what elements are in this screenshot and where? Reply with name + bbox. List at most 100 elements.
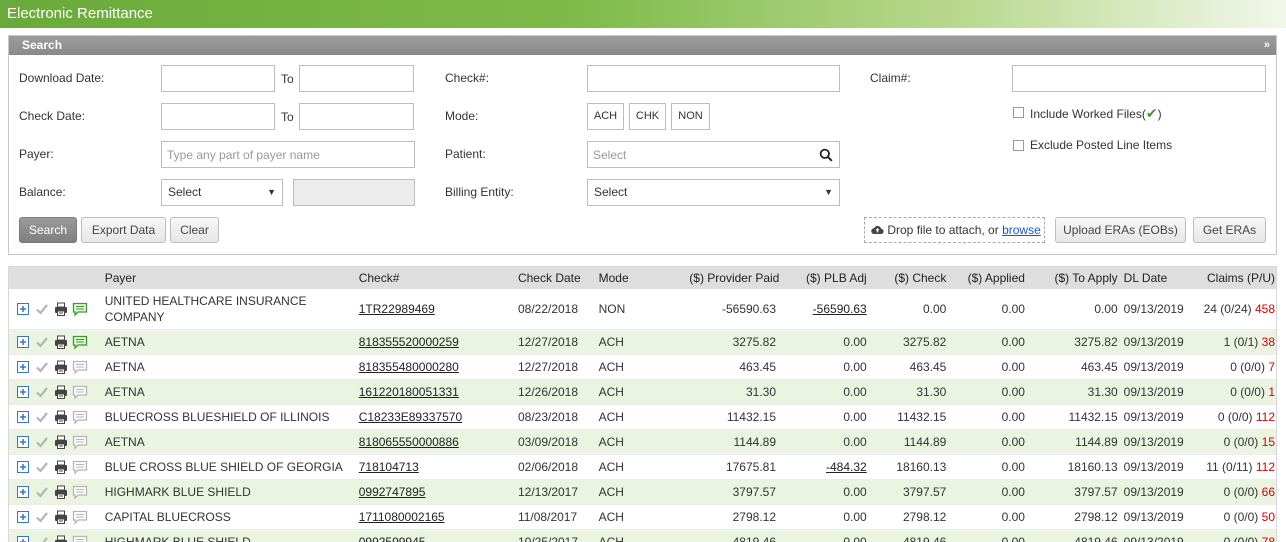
unposted-count[interactable]: 50: [1262, 510, 1275, 524]
printer-icon[interactable]: [53, 384, 69, 400]
mode-chk-button[interactable]: CHK: [629, 103, 666, 130]
get-eras-button[interactable]: Get ERAs: [1193, 217, 1266, 243]
check-number-link[interactable]: 818355480000280: [359, 360, 459, 374]
mark-worked-check-icon[interactable]: [34, 459, 50, 475]
message-icon[interactable]: [72, 459, 88, 475]
dl-date-header[interactable]: DL Date: [1121, 267, 1192, 289]
printer-icon[interactable]: [53, 409, 69, 425]
plb-adj-header[interactable]: ($) PLB Adj: [779, 267, 870, 289]
billing-entity-select[interactable]: Select ▼: [587, 179, 840, 206]
unposted-count[interactable]: 38: [1262, 335, 1275, 349]
mode-non-button[interactable]: NON: [671, 103, 710, 130]
check-number-link[interactable]: 161220180051331: [359, 385, 459, 399]
plb-adj-link[interactable]: -484.32: [826, 460, 867, 474]
check-date-from-input[interactable]: [161, 103, 275, 130]
check-number-input[interactable]: [587, 65, 840, 92]
printer-icon[interactable]: [53, 484, 69, 500]
claim-number-input[interactable]: [1012, 65, 1266, 92]
unposted-count[interactable]: 112: [1256, 460, 1275, 474]
mark-worked-check-icon[interactable]: [34, 359, 50, 375]
table-row[interactable]: AETNA 818065550000886 03/09/2018 ACH 1144.89…: [9, 429, 1276, 455]
message-icon[interactable]: [72, 509, 88, 525]
table-row[interactable]: BLUECROSS BLUESHIELD OF ILLINOIS C18233E8…: [9, 404, 1276, 430]
expand-plus-icon[interactable]: [15, 459, 31, 475]
expand-plus-icon[interactable]: [15, 509, 31, 525]
mark-worked-check-icon[interactable]: [34, 334, 50, 350]
download-date-from-input[interactable]: [161, 65, 275, 92]
check-number-link[interactable]: 0992747895: [359, 485, 426, 499]
check-number-link[interactable]: 818355520000259: [359, 335, 459, 349]
expand-plus-icon[interactable]: [15, 359, 31, 375]
mark-worked-check-icon[interactable]: [34, 534, 50, 542]
mark-worked-check-icon[interactable]: [34, 484, 50, 500]
printer-icon[interactable]: [53, 509, 69, 525]
search-button[interactable]: Search: [19, 217, 77, 243]
table-row[interactable]: HIGHMARK BLUE SHIELD 0992599945 10/25/2017…: [9, 529, 1276, 542]
message-icon[interactable]: [72, 334, 88, 350]
mark-worked-check-icon[interactable]: [34, 409, 50, 425]
expand-plus-icon[interactable]: [15, 301, 31, 317]
printer-icon[interactable]: [53, 359, 69, 375]
mode-ach-button[interactable]: ACH: [587, 103, 624, 130]
mode-header[interactable]: Mode: [596, 267, 687, 289]
expand-plus-icon[interactable]: [15, 434, 31, 450]
browse-link[interactable]: browse: [1002, 223, 1041, 237]
check-number-link[interactable]: 1711080002165: [359, 510, 445, 524]
expand-plus-icon[interactable]: [15, 484, 31, 500]
message-icon[interactable]: [72, 301, 88, 317]
table-row[interactable]: UNITED HEALTHCARE INSURANCE COMPANY 1TR22…: [9, 289, 1276, 330]
file-dropzone[interactable]: Drop file to attach, or browse: [864, 217, 1045, 243]
message-icon[interactable]: [72, 434, 88, 450]
table-row[interactable]: AETNA 818355480000280 12/27/2018 ACH 463.45 0…: [9, 354, 1276, 380]
message-icon[interactable]: [72, 484, 88, 500]
exclude-posted-checkbox[interactable]: [1013, 140, 1024, 151]
table-row[interactable]: BLUE CROSS BLUE SHIELD OF GEORGIA 7181047…: [9, 454, 1276, 480]
payer-input[interactable]: [161, 141, 415, 168]
unposted-count[interactable]: 78: [1262, 535, 1275, 542]
search-header[interactable]: Search »: [9, 36, 1276, 55]
download-date-to-input[interactable]: [299, 65, 414, 92]
message-icon[interactable]: [72, 534, 88, 542]
check-amount-header[interactable]: ($) Check: [870, 267, 950, 289]
applied-header[interactable]: ($) Applied: [949, 267, 1028, 289]
upload-eras-button[interactable]: Upload ERAs (EOBs): [1055, 217, 1186, 243]
unposted-count[interactable]: 112: [1256, 410, 1275, 424]
table-row[interactable]: HIGHMARK BLUE SHIELD 0992747895 12/13/2017…: [9, 479, 1276, 505]
expand-plus-icon[interactable]: [15, 409, 31, 425]
plb-adj-link[interactable]: -56590.63: [813, 302, 867, 316]
search-icon[interactable]: [819, 148, 833, 162]
table-row[interactable]: CAPITAL BLUECROSS 1711080002165 11/08/2017…: [9, 504, 1276, 530]
expand-plus-icon[interactable]: [15, 384, 31, 400]
check-number-link[interactable]: 818065550000886: [359, 435, 459, 449]
printer-icon[interactable]: [53, 534, 69, 542]
printer-icon[interactable]: [53, 334, 69, 350]
check-date-header[interactable]: Check Date: [515, 267, 596, 289]
mark-worked-check-icon[interactable]: [34, 301, 50, 317]
unposted-count[interactable]: 458: [1255, 302, 1275, 316]
printer-icon[interactable]: [53, 459, 69, 475]
unposted-count[interactable]: 1: [1268, 385, 1275, 399]
message-icon[interactable]: [72, 384, 88, 400]
include-worked-files-checkbox[interactable]: [1013, 107, 1024, 118]
expand-plus-icon[interactable]: [15, 534, 31, 542]
mark-worked-check-icon[interactable]: [34, 509, 50, 525]
check-number-link[interactable]: C18233E89337570: [359, 410, 462, 424]
message-icon[interactable]: [72, 359, 88, 375]
provider-paid-header[interactable]: ($) Provider Paid: [686, 267, 779, 289]
check-number-link[interactable]: 0992599945: [359, 535, 426, 542]
message-icon[interactable]: [72, 409, 88, 425]
balance-select[interactable]: Select ▼: [161, 179, 283, 206]
check-number-link[interactable]: 1TR22989469: [359, 302, 435, 316]
check-number-header[interactable]: Check#: [356, 267, 515, 289]
check-date-to-input[interactable]: [299, 103, 414, 130]
patient-input[interactable]: [587, 141, 840, 168]
check-number-link[interactable]: 718104713: [359, 460, 419, 474]
expand-plus-icon[interactable]: [15, 334, 31, 350]
unposted-count[interactable]: 66: [1262, 485, 1275, 499]
unposted-count[interactable]: 15: [1262, 435, 1275, 449]
payer-header[interactable]: Payer: [102, 267, 356, 289]
mark-worked-check-icon[interactable]: [34, 434, 50, 450]
to-apply-header[interactable]: ($) To Apply: [1028, 267, 1121, 289]
mark-worked-check-icon[interactable]: [34, 384, 50, 400]
collapse-chevron-icon[interactable]: »: [1264, 36, 1270, 55]
